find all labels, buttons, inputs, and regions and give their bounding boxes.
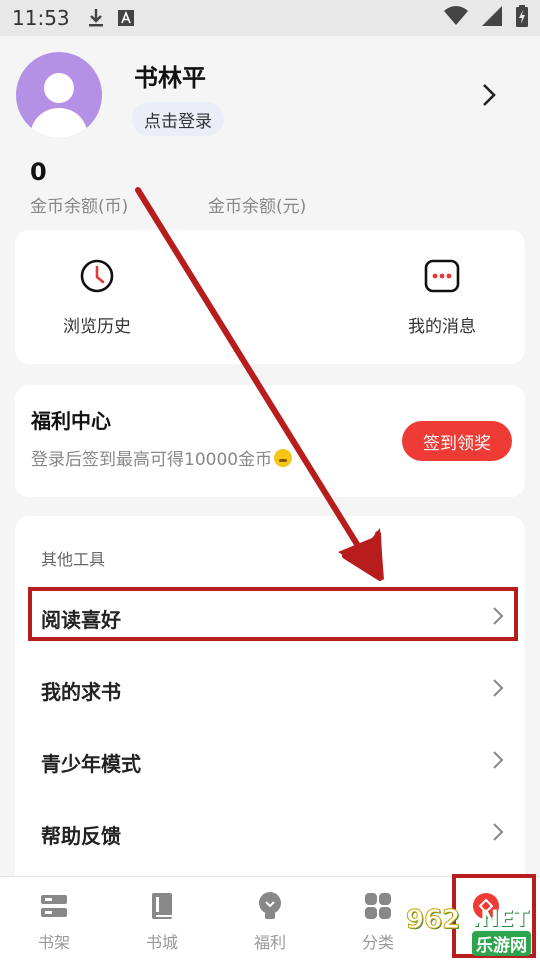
profile-header[interactable]: 书林平 点击登录 0 [0,36,540,196]
coin-yuan-label: 金币余额(元) [208,197,307,217]
message-icon [424,259,460,293]
nav-bookstore-label: 书城 [145,933,178,952]
default-avatar-icon [30,73,88,138]
reading-preference-item[interactable]: 阅读喜好 [41,593,511,643]
nav-bookshelf-label: 书架 [37,933,70,952]
help-feedback-item[interactable]: 帮助反馈 [41,809,511,859]
battery-icon [516,4,528,32]
username: 书林平 [134,64,206,92]
avatar[interactable] [16,52,102,138]
other-tools-title: 其他工具 [41,550,106,569]
tool-item-label: 阅读喜好 [41,607,121,632]
book-icon [152,893,172,919]
teen-mode-item[interactable]: 青少年模式 [41,737,511,787]
coin-balance-label: 金币余额(币) [30,197,129,217]
status-bar: 11:53 [0,0,540,36]
tool-item-label: 帮助反馈 [41,823,121,848]
my-book-request-item[interactable]: 我的求书 [41,665,511,715]
watermark-net: .NET [472,907,529,932]
bulb-icon [259,892,281,919]
app-notification-icon [117,10,134,26]
chevron-right-icon [491,822,505,847]
grid-icon [365,893,391,919]
tool-item-label: 我的求书 [41,679,121,704]
signal-icon [482,5,502,31]
my-messages-label: 我的消息 [408,317,476,337]
signin-reward-button[interactable]: 签到领奖 [402,421,512,461]
download-icon [88,8,104,28]
emoji-face-icon [274,448,293,467]
wifi-icon [444,5,468,31]
welfare-description-text: 登录后签到最高可得10000金币 [31,450,273,470]
chevron-right-icon[interactable] [478,82,500,112]
welfare-title: 福利中心 [31,409,111,433]
watermark-name: 乐游网 [472,931,531,956]
clock-icon [80,259,114,293]
watermark-logo: 962 .NET 乐游网 [402,905,534,957]
nav-welfare[interactable]: 福利 [230,891,310,953]
browse-history-label: 浏览历史 [63,317,131,337]
chevron-right-icon [491,750,505,775]
browse-history-button[interactable]: 浏览历史 [37,258,157,337]
coin-balance-value: 0 [30,158,47,186]
chevron-right-icon [491,678,505,703]
welfare-card: 福利中心 登录后签到最高可得10000金币 签到领奖 [15,385,525,497]
status-time: 11:53 [12,6,70,30]
login-button[interactable]: 点击登录 [132,102,224,136]
watermark-number: 962 [405,905,461,936]
nav-bookshelf[interactable]: 书架 [14,891,94,953]
quick-actions-card: 浏览历史 我的消息 [15,230,525,364]
nav-bookstore[interactable]: 书城 [122,891,202,953]
nav-welfare-label: 福利 [253,933,286,952]
other-tools-card: 其他工具 阅读喜好 我的求书 青少年模式 帮助反馈 [15,516,525,896]
welfare-description: 登录后签到最高可得10000金币 [31,445,293,470]
my-messages-button[interactable]: 我的消息 [382,258,502,337]
tool-item-label: 青少年模式 [41,751,141,776]
bookshelf-icon [41,895,67,917]
chevron-right-icon [491,606,505,631]
